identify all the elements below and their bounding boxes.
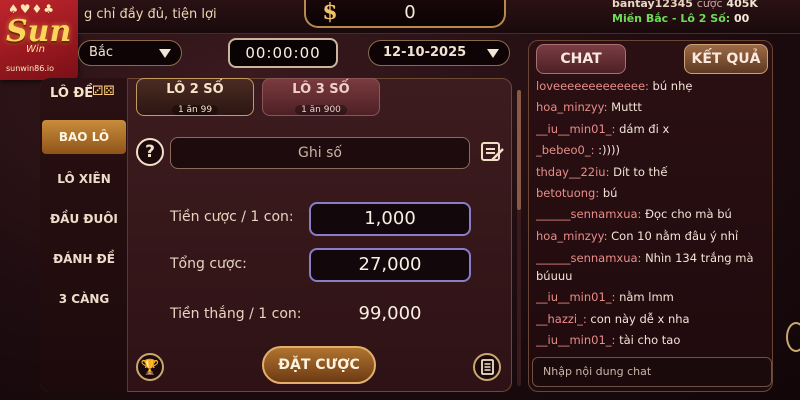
ticker-action: cược — [696, 0, 723, 10]
chat-message: __hazzi_: con này dễ x nha — [536, 309, 772, 330]
chat-text: dám đi x — [619, 121, 670, 136]
sidebar-item-lo-xien[interactable]: LÔ XIÊN — [42, 162, 126, 196]
total-value: 27,000 — [309, 248, 471, 282]
region-select[interactable]: Bắc — [78, 40, 182, 66]
date-select[interactable]: 12-10-2025 — [368, 40, 510, 66]
edit-icon[interactable] — [480, 140, 504, 164]
chat-message: __iu__min01_: tài cho tao — [536, 330, 772, 348]
chat-username[interactable]: hoa_minzyy: — [536, 229, 608, 243]
sidebar-title: LÔ ĐỀ — [50, 86, 94, 101]
stake-label: Tiền cược / 1 con: — [170, 209, 294, 225]
chat-text: bú — [602, 186, 618, 201]
chat-input[interactable]: Nhập nội dung chat — [532, 357, 772, 387]
help-icon[interactable]: ? — [136, 138, 164, 166]
stake-input[interactable]: 1,000 — [309, 202, 471, 236]
side-menu-handle[interactable] — [786, 322, 800, 352]
chat-text: :)))) — [598, 143, 620, 158]
chat-username[interactable]: hoa_minzyy: — [536, 100, 608, 114]
countdown-timer: 00:00:00 — [228, 38, 338, 68]
chat-text: nằm lmm — [619, 290, 674, 305]
chat-username[interactable]: __hazzi_: — [536, 312, 587, 326]
chat-message: __iu__min01_: dám đi x — [536, 119, 772, 140]
ticker-region-value: 00 — [734, 12, 750, 25]
tab-label: LÔ 3 SỐ — [292, 82, 350, 97]
chat-username[interactable]: betotuong: — [536, 186, 599, 200]
chat-text: Muttt — [611, 100, 642, 115]
sidebar-item-dau-duoi[interactable]: ĐẦU ĐUÔI — [42, 202, 126, 236]
logo-url: sunwin86.io — [6, 64, 54, 73]
tab-chat[interactable]: CHAT — [536, 44, 626, 74]
history-icon[interactable] — [473, 353, 501, 381]
tab-odds: 1 ăn 900 — [295, 105, 347, 115]
chat-username[interactable]: loveeeeeeeeeeeee: — [536, 79, 649, 93]
chat-username[interactable]: ______sennamxua: — [536, 207, 641, 221]
ticker-amount: 405K — [726, 0, 758, 10]
marquee-text: g chỉ đầy đủ, tiện lợi — [84, 7, 217, 22]
chat-message: _bebeo0_: :)))) — [536, 140, 772, 161]
sidebar-item-3-cang[interactable]: 3 CÀNG — [42, 282, 126, 316]
tab-results[interactable]: KẾT QUẢ — [684, 44, 768, 74]
chat-text: bú nhẹ — [652, 79, 693, 93]
chat-text: con này dễ x nha — [590, 311, 690, 326]
balance-value: 0 — [404, 2, 416, 23]
chat-username[interactable]: ______sennamxua: — [536, 251, 641, 265]
bet-ticker-region: Miền Bắc - Lô 2 Số: 00 — [612, 12, 749, 25]
tab-label: LÔ 2 SỐ — [166, 82, 224, 97]
chat-message: ______sennamxua: Nhìn 134 trắng mà búuuu — [536, 247, 772, 287]
date-select-value: 12-10-2025 — [383, 45, 467, 60]
dice-icon: ⚂⚄ — [92, 84, 115, 99]
sidebar-item-bao-lo[interactable]: BAO LÔ — [42, 120, 126, 154]
ticker-region-label: Miền Bắc - Lô 2 Số: — [612, 12, 731, 25]
chat-username[interactable]: __iu__min01_: — [536, 333, 615, 347]
chat-username[interactable]: thday__22iu: — [536, 165, 609, 179]
chat-message: thday__22iu: Dít to thế — [536, 162, 772, 183]
trophy-icon[interactable]: 🏆 — [136, 353, 164, 381]
panel-scrollbar-thumb[interactable] — [517, 90, 521, 210]
total-label: Tổng cược: — [170, 256, 247, 272]
chat-text: Đọc cho mà bú — [645, 207, 732, 222]
number-note-input[interactable]: Ghi số — [170, 137, 470, 169]
chat-text: Dít to thế — [613, 164, 668, 179]
tab-lo-2-so[interactable]: LÔ 2 SỐ 1 ăn 99 — [136, 78, 254, 116]
ticker-username: bantay12345 — [612, 0, 693, 10]
chat-username[interactable]: __iu__min01_: — [536, 122, 615, 136]
chat-text: tài cho tao — [619, 333, 681, 348]
chat-message: hoa_minzyy: Muttt — [536, 97, 772, 118]
chevron-down-icon — [487, 49, 499, 58]
chat-message: loveeeeeeeeeeeee: bú nhẹ — [536, 76, 772, 97]
tab-lo-3-so[interactable]: LÔ 3 SỐ 1 ăn 900 — [262, 78, 380, 116]
place-bet-button[interactable]: ĐẶT CƯỢC — [262, 346, 376, 384]
chat-message: ______sennamxua: Đọc cho mà bú — [536, 204, 772, 225]
sidebar-item-danh-de[interactable]: ĐÁNH ĐỀ — [42, 242, 126, 276]
chat-message-list: loveeeeeeeeeeeee: bú nhẹ hoa_minzyy: Mutt… — [536, 76, 772, 348]
chat-message: __iu__min01_: nằm lmm — [536, 287, 772, 308]
win-value: 99,000 — [358, 303, 422, 324]
chat-message: hoa_minzyy: Con 10 nằm đâu ý nhỉ — [536, 226, 772, 247]
chevron-down-icon — [159, 49, 171, 58]
chat-username[interactable]: __iu__min01_: — [536, 290, 615, 304]
chat-username[interactable]: _bebeo0_: — [536, 143, 594, 157]
region-select-value: Bắc — [89, 45, 114, 60]
win-label: Tiền thắng / 1 con: — [170, 306, 302, 322]
logo-sub: Win — [26, 44, 46, 55]
dollar-icon: $ — [322, 0, 338, 25]
tab-odds: 1 ăn 99 — [171, 105, 219, 115]
bet-ticker-user: bantay12345 cược 405K — [612, 0, 758, 10]
list-icon — [481, 359, 494, 375]
chat-text: Con 10 nằm đâu ý nhỉ — [611, 228, 739, 243]
chat-message: betotuong: bú — [536, 183, 772, 204]
